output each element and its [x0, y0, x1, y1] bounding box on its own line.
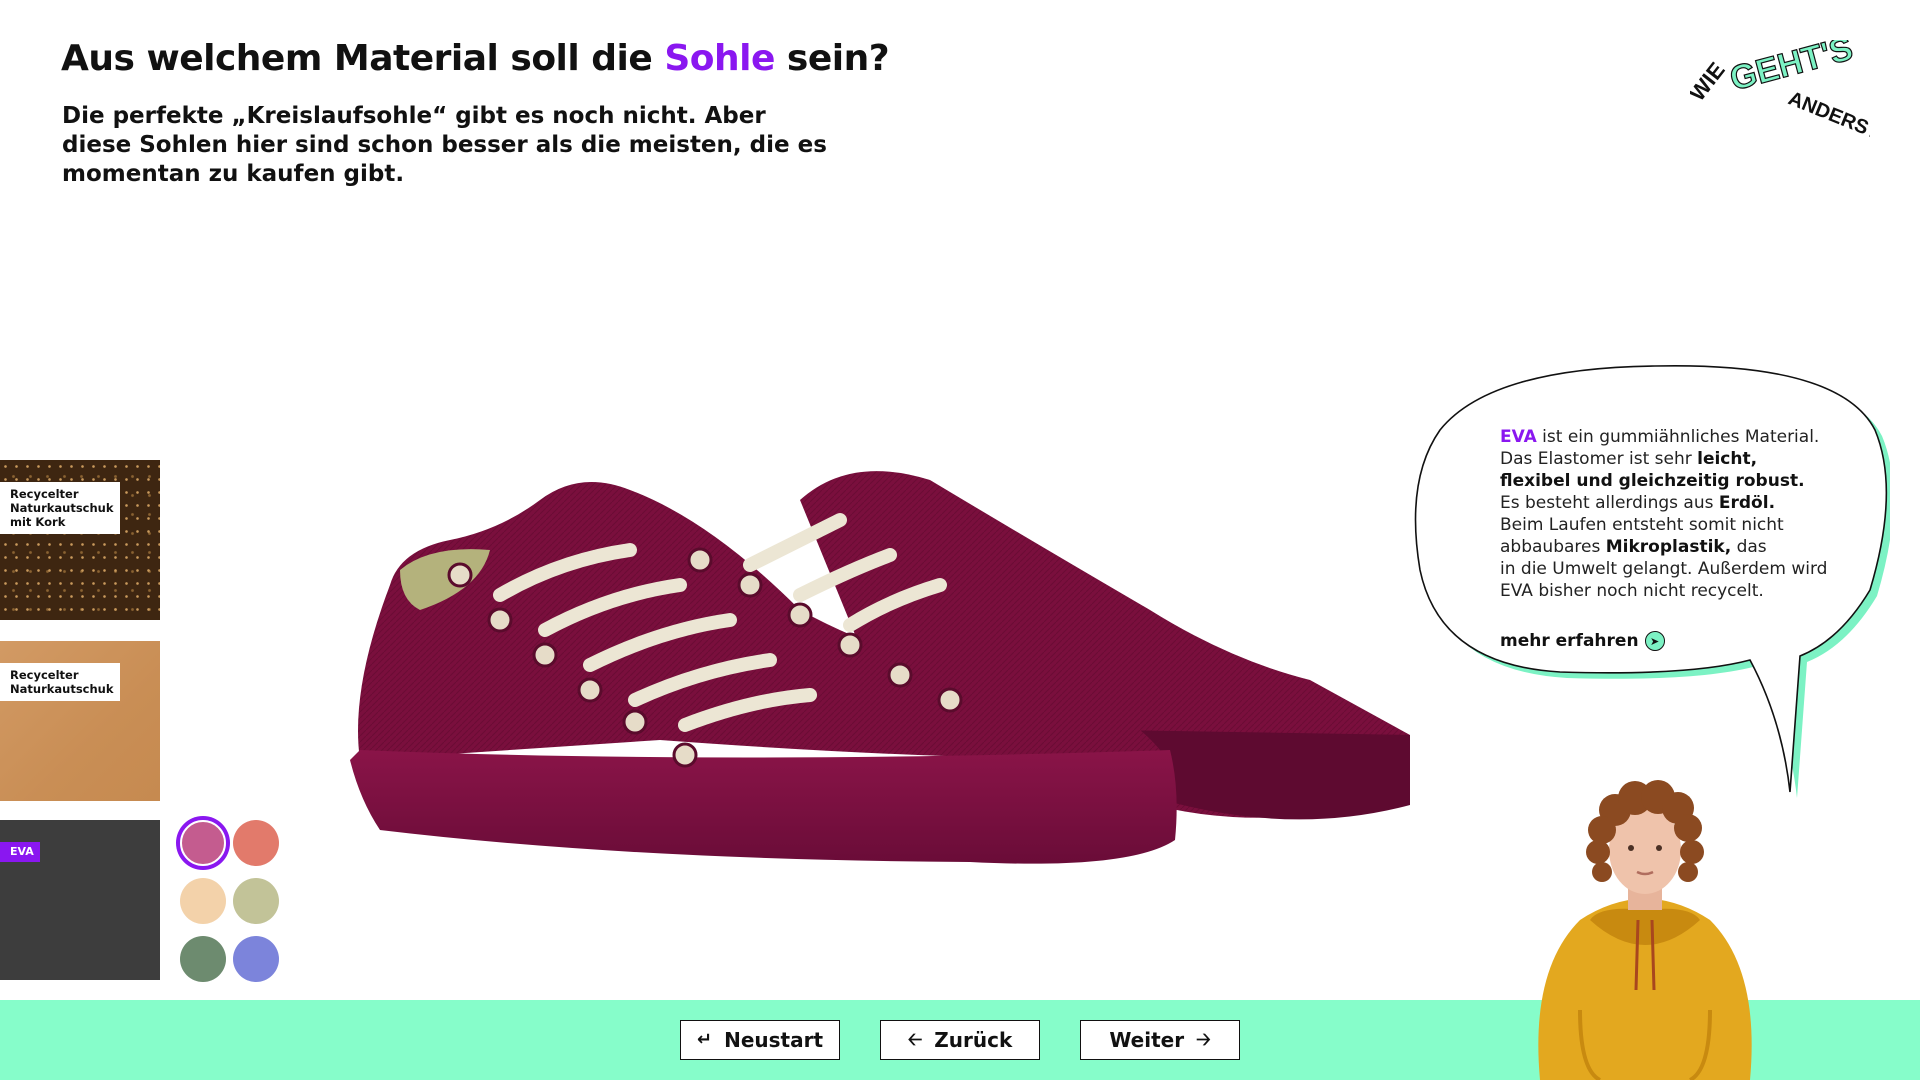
- info-text-span: Das Elastomer ist sehr: [1500, 449, 1698, 469]
- info-text-span: abbaubares: [1500, 537, 1606, 557]
- back-button[interactable]: 🡠 Zurück: [880, 1020, 1040, 1060]
- material-label-selected: EVA: [0, 842, 40, 862]
- info-text-bold: Mikroplastik,: [1605, 537, 1732, 557]
- page-title: Aus welchem Material soll die Sohle sein…: [61, 38, 890, 79]
- sole-color-picker: [180, 820, 290, 982]
- color-option-coral[interactable]: [233, 820, 279, 866]
- color-option-peach[interactable]: [180, 878, 226, 924]
- arrow-right-icon: 🡢: [1196, 1029, 1211, 1050]
- title-prefix: Aus welchem Material soll die: [61, 38, 665, 79]
- color-option-green[interactable]: [180, 936, 226, 982]
- material-label-line: Naturkautschuk: [10, 501, 114, 515]
- arrow-left-icon: 🡠: [907, 1029, 923, 1050]
- info-line: Beim Laufen entsteht somit nicht: [1500, 515, 1784, 535]
- color-option-mauve[interactable]: [180, 820, 226, 866]
- brand-logo: WIE GEHT'S ANDERS?: [1690, 40, 1870, 144]
- material-label: Recycelter Naturkautschuk mit Kork: [0, 482, 120, 534]
- info-text-bold: leicht,: [1697, 449, 1758, 469]
- title-suffix: sein?: [774, 38, 890, 79]
- info-text-bold: flexibel und gleichzeitig robust.: [1500, 471, 1805, 491]
- info-text: EVA ist ein gummiähnliches Material. Das…: [1500, 426, 1840, 602]
- material-natural-rubber[interactable]: Recycelter Naturkautschuk: [0, 641, 160, 801]
- next-button[interactable]: Weiter 🡢: [1080, 1020, 1240, 1060]
- info-line: flexibel und gleichzeitig robust.: [1500, 470, 1840, 492]
- material-label-line: Recycelter: [10, 487, 79, 501]
- material-label-line: mit Kork: [10, 515, 66, 529]
- learn-more-label: mehr erfahren: [1500, 631, 1639, 651]
- title-accent: Sohle: [664, 38, 775, 79]
- info-line: Es besteht allerdings aus Erdöl.: [1500, 492, 1840, 514]
- restart-label: Neustart: [724, 1028, 824, 1052]
- logo-text-gehts: GEHT'S: [1726, 40, 1857, 98]
- info-text-bold: Erdöl.: [1718, 493, 1776, 513]
- info-line: Das Elastomer ist sehr leicht,: [1500, 448, 1840, 470]
- info-line: EVA bisher noch nicht recycelt.: [1500, 581, 1764, 601]
- logo-text-wie: WIE: [1690, 58, 1730, 106]
- info-line: in die Umwelt gelangt. Außerdem wird: [1500, 559, 1828, 579]
- logo-text-anders: ANDERS?: [1785, 87, 1870, 144]
- next-label: Weiter: [1109, 1028, 1185, 1052]
- material-label: Recycelter Naturkautschuk: [0, 663, 120, 701]
- back-label: Zurück: [934, 1028, 1013, 1052]
- shoe-preview: [350, 471, 1410, 864]
- material-eva[interactable]: EVA: [0, 820, 160, 980]
- info-line: EVA ist ein gummiähnliches Material.: [1500, 426, 1840, 448]
- info-material-name: EVA: [1500, 427, 1537, 447]
- learn-more-link[interactable]: mehr erfahren ➤: [1500, 631, 1665, 651]
- material-cork-rubber[interactable]: Recycelter Naturkautschuk mit Kork: [0, 460, 160, 620]
- restart-arrow-icon: ↵: [696, 1029, 713, 1050]
- material-label-line: Naturkautschuk: [10, 682, 114, 696]
- info-text-span: das: [1731, 537, 1767, 557]
- material-label-line: Recycelter: [10, 668, 79, 682]
- info-line: abbaubares Mikroplastik, das: [1500, 536, 1840, 558]
- color-option-periwinkle[interactable]: [233, 936, 279, 982]
- page-subtitle: Die perfekte „Kreislaufsohle“ gibt es no…: [62, 103, 827, 187]
- guide-character: [1538, 780, 1752, 1080]
- arrow-right-circle-icon: ➤: [1644, 631, 1665, 651]
- color-option-sage[interactable]: [233, 878, 279, 924]
- restart-button[interactable]: ↵ Neustart: [680, 1020, 840, 1060]
- info-text-span: Es besteht allerdings aus: [1500, 493, 1719, 513]
- info-text-span: ist ein gummiähnliches Material.: [1536, 427, 1820, 447]
